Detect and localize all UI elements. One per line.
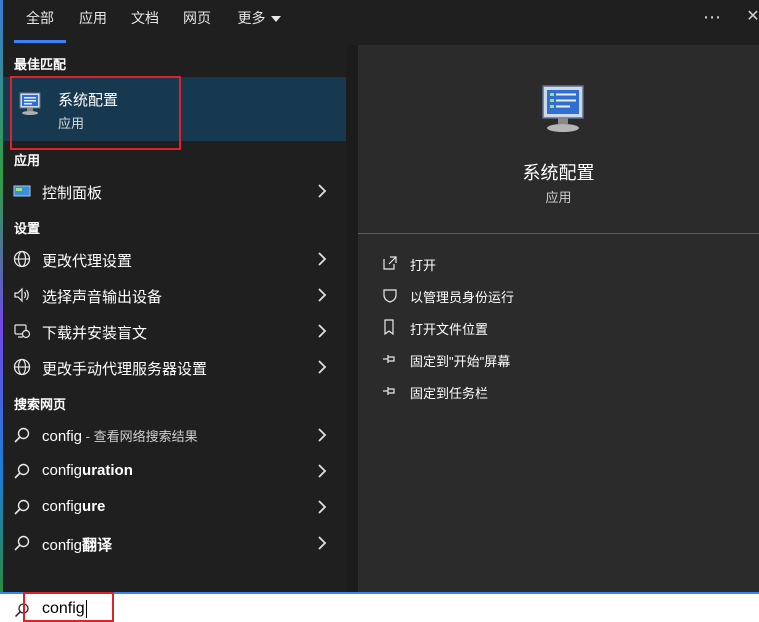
- list-item-label: config翻译: [42, 537, 113, 554]
- tab-all[interactable]: 全部: [14, 0, 66, 45]
- tab-web[interactable]: 网页: [179, 0, 215, 45]
- search-icon: [14, 535, 30, 551]
- best-match-title: 系统配置: [58, 92, 119, 109]
- list-item-label: 更改代理设置: [42, 253, 133, 270]
- search-icon: [14, 603, 29, 618]
- accessibility-icon: [14, 324, 31, 339]
- search-icon: [14, 463, 30, 479]
- preview-subtitle: 应用: [545, 190, 572, 205]
- list-item-web-suggestion[interactable]: configure: [3, 489, 346, 525]
- list-item-label: 控制面板: [42, 185, 103, 202]
- list-item-control-panel[interactable]: 控制面板: [3, 173, 346, 209]
- chevron-right-icon[interactable]: [315, 463, 329, 479]
- tab-more[interactable]: 更多: [233, 0, 285, 45]
- pin-icon: [383, 387, 395, 395]
- preview-title: 系统配置: [522, 163, 595, 183]
- action-pin-to-taskbar[interactable]: 固定到任务栏: [358, 375, 759, 407]
- action-run-as-admin[interactable]: 以管理员身份运行: [358, 279, 759, 311]
- speaker-icon: [14, 287, 29, 303]
- open-icon: [383, 256, 397, 270]
- chevron-right-icon[interactable]: [315, 287, 329, 303]
- globe-icon: [13, 250, 31, 268]
- section-search-web: 搜索网页: [14, 397, 67, 412]
- control-panel-icon: [13, 182, 31, 200]
- best-match-item[interactable]: 系统配置 应用: [3, 77, 346, 141]
- best-match-subtitle: 应用: [58, 116, 85, 131]
- list-item-web-suggestion[interactable]: config翻译: [3, 525, 346, 561]
- pin-icon: [383, 355, 395, 363]
- chevron-down-icon: [270, 16, 281, 23]
- preview-panel: 系统配置 应用 打开 以管理员身份运行 打开文件位置 固定到"开始"屏幕 固定到…: [358, 45, 759, 592]
- msconfig-icon: [540, 83, 590, 140]
- divider: [358, 233, 759, 234]
- filter-tab-bar: 全部 应用 文档 网页 更多 ⋯ ✕: [3, 0, 759, 45]
- action-open[interactable]: 打开: [358, 247, 759, 279]
- shield-icon: [383, 289, 397, 303]
- list-item-label: 选择声音输出设备: [42, 289, 163, 306]
- msconfig-icon: [18, 90, 44, 121]
- more-options-icon[interactable]: ⋯: [700, 6, 724, 30]
- globe-icon: [13, 358, 31, 376]
- section-apps: 应用: [14, 153, 41, 168]
- chevron-right-icon[interactable]: [315, 323, 329, 339]
- list-item-braille[interactable]: 下载并安装盲文: [3, 313, 346, 349]
- section-settings: 设置: [14, 221, 41, 236]
- action-pin-to-start[interactable]: 固定到"开始"屏幕: [358, 343, 759, 375]
- folder-location-icon: [384, 319, 394, 335]
- chevron-right-icon[interactable]: [315, 427, 329, 443]
- search-input[interactable]: [42, 598, 342, 620]
- list-item-label: 更改手动代理服务器设置: [42, 361, 208, 378]
- tab-documents[interactable]: 文档: [127, 0, 163, 45]
- list-item-label: 下载并安装盲文: [42, 325, 148, 342]
- list-item-web-suggestion[interactable]: configuration: [3, 453, 346, 489]
- list-item-label: config - 查看网络搜索结果: [42, 428, 198, 445]
- chevron-right-icon[interactable]: [315, 499, 329, 515]
- chevron-right-icon[interactable]: [315, 359, 329, 375]
- chevron-right-icon[interactable]: [315, 535, 329, 551]
- close-icon[interactable]: ✕: [741, 6, 759, 30]
- search-bar: [0, 592, 759, 622]
- action-open-file-location[interactable]: 打开文件位置: [358, 311, 759, 343]
- list-item-manual-proxy[interactable]: 更改手动代理服务器设置: [3, 349, 346, 385]
- search-icon: [14, 499, 30, 515]
- tab-apps[interactable]: 应用: [75, 0, 111, 45]
- list-item-label: configure: [42, 498, 106, 515]
- section-best-match: 最佳匹配: [14, 57, 67, 72]
- text-cursor: [86, 600, 87, 618]
- list-item-label: configuration: [42, 462, 133, 479]
- results-panel: 最佳匹配 系统配置 应用 应用 控制面板 设置 更改代理设置 选择声音输出设备 …: [3, 45, 346, 592]
- chevron-right-icon[interactable]: [315, 251, 329, 267]
- list-item-sound-output[interactable]: 选择声音输出设备: [3, 277, 346, 313]
- chevron-right-icon[interactable]: [315, 183, 329, 199]
- list-item-proxy-settings[interactable]: 更改代理设置: [3, 241, 346, 277]
- list-item-web-search[interactable]: config - 查看网络搜索结果: [3, 417, 346, 453]
- search-icon: [14, 427, 30, 443]
